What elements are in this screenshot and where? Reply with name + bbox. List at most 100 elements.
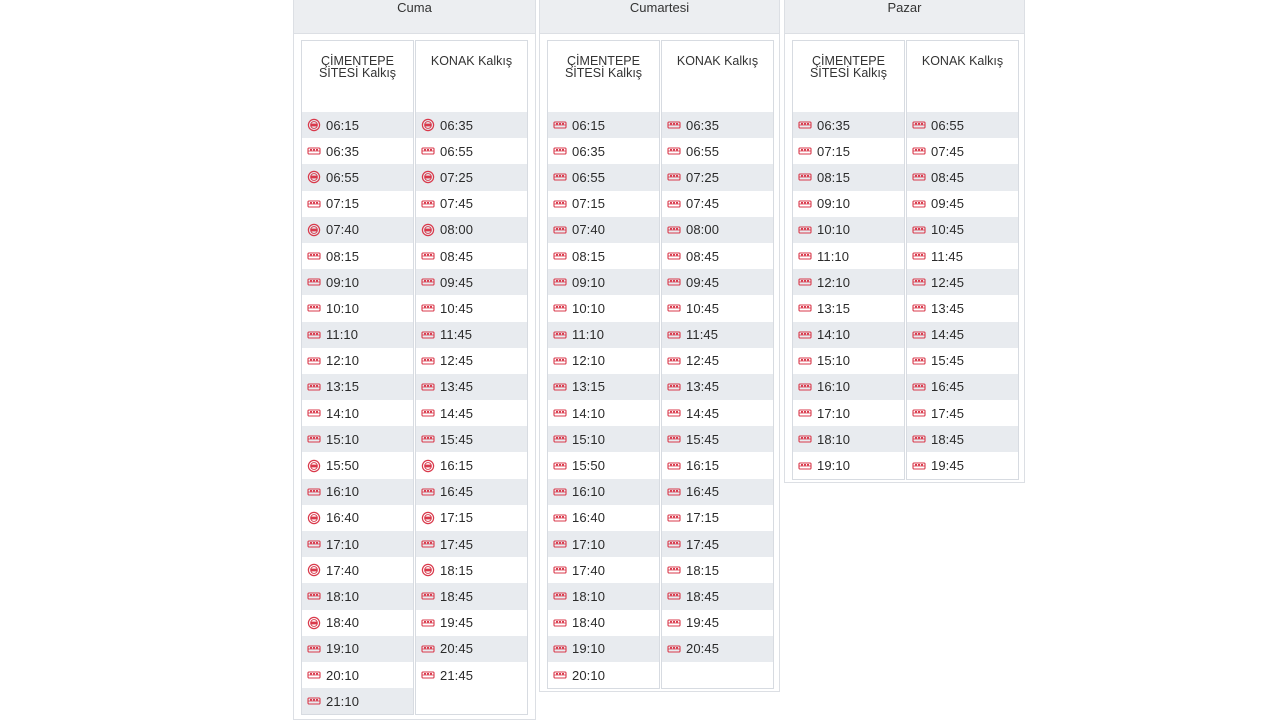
departure-time: 13:45: [440, 379, 474, 395]
departure-time: 18:45: [686, 588, 720, 604]
departure-time: 14:10: [572, 405, 606, 421]
departure-time: 18:10: [817, 431, 851, 447]
bus-icon: [553, 275, 567, 289]
departure-time: 19:45: [931, 458, 965, 474]
day-panel-pazar: Pazar ÇİMENTEPE SİTESİ Kalkış 06:35 07:15…: [784, 0, 1025, 483]
departure-time: 18:15: [440, 562, 474, 578]
departure-time: 07:45: [686, 196, 720, 212]
departure-time: 08:00: [440, 222, 474, 238]
bus-icon: [553, 328, 567, 342]
departure-row: 20:10: [302, 661, 413, 689]
departure-row: 13:15: [302, 373, 413, 401]
departure-row: 07:45: [416, 190, 527, 217]
day-panel-cuma: Cuma ÇİMENTEPE SİTESİ Kalkış 06:15 06:35 0…: [293, 0, 536, 720]
departure-time: 17:15: [686, 510, 720, 526]
departure-time: 11:45: [931, 248, 964, 264]
departure-row: 09:45: [416, 269, 527, 296]
departure-row: 12:10: [548, 347, 659, 374]
column-konak: KONAK Kalkış 06:35 06:55 07:25 07:45 08:00 08…: [415, 40, 528, 716]
bus-icon: [667, 380, 681, 394]
bus-icon: [421, 301, 435, 315]
departure-row: 10:10: [793, 216, 904, 243]
departure-row: 14:45: [416, 400, 527, 427]
departure-time: 20:45: [686, 641, 720, 657]
bus-icon: [421, 642, 435, 656]
departure-row: 06:15: [302, 112, 413, 139]
bus-icon: [421, 668, 435, 682]
departure-time: 16:15: [686, 458, 720, 474]
bus-icon: [798, 432, 812, 446]
departure-list: 06:35 07:15 08:15 09:10 10:10 11:10 12:10 13:15…: [793, 112, 904, 479]
bus-icon: [667, 354, 681, 368]
departure-time: 18:40: [572, 615, 606, 631]
departure-time: 06:35: [686, 117, 720, 133]
bus-icon: [912, 432, 926, 446]
departure-time: 08:45: [686, 248, 720, 264]
column-title-line2: SİTESİ Kalkış: [809, 66, 888, 80]
departure-row: 17:10: [793, 400, 904, 427]
bus-icon: [667, 537, 681, 551]
bus-icon: [667, 249, 681, 263]
departure-row: 15:10: [302, 426, 413, 453]
column-header: ÇİMENTEPE SİTESİ Kalkış: [793, 40, 904, 112]
bus-icon: [912, 459, 926, 473]
departure-time: 19:10: [572, 641, 606, 657]
departure-time: 06:55: [572, 169, 606, 185]
departure-row: 17:15: [416, 504, 527, 531]
departure-time: 16:10: [326, 484, 360, 500]
departure-time: 18:10: [326, 588, 360, 604]
bus-icon: [307, 485, 321, 499]
bus-icon: [421, 537, 435, 551]
departure-row: 13:15: [548, 373, 659, 401]
departure-time: 09:45: [440, 274, 474, 290]
departure-time: 09:45: [931, 196, 965, 212]
departure-time: 13:15: [817, 300, 851, 316]
bus-icon: [912, 328, 926, 342]
departure-row: 17:45: [416, 531, 527, 558]
day-title: Cumartesi: [629, 0, 690, 15]
departure-row: 06:55: [302, 164, 413, 191]
column-konak: KONAK Kalkış 06:35 06:55 07:25 07:45 08:00 08…: [661, 40, 774, 690]
departure-row: 09:10: [793, 190, 904, 217]
departure-row: 18:10: [302, 583, 413, 610]
bus-icon: [912, 197, 926, 211]
departure-time: 17:40: [572, 562, 606, 578]
departure-time: 10:45: [931, 222, 965, 238]
departure-row: 19:10: [793, 452, 904, 479]
departure-time: 07:15: [326, 196, 360, 212]
departure-row: 07:25: [416, 164, 527, 191]
departure-row: 06:55: [907, 112, 1018, 139]
departure-row: 17:40: [548, 557, 659, 584]
departure-row: 15:45: [907, 347, 1018, 374]
departure-row: 06:35: [548, 138, 659, 165]
bus-icon: [553, 642, 567, 656]
bus-icon: [798, 328, 812, 342]
departure-time: 06:35: [440, 117, 474, 133]
departure-row: 06:35: [662, 112, 773, 139]
departure-row: 12:45: [907, 269, 1018, 296]
bus-icon: [667, 275, 681, 289]
departure-row: 21:45: [416, 661, 527, 689]
departure-row: 18:45: [416, 583, 527, 610]
bus-icon: [667, 485, 681, 499]
departure-time: 08:15: [817, 169, 851, 185]
departure-time: 17:10: [572, 536, 606, 552]
departure-time: 17:45: [440, 536, 474, 552]
bus-icon: [307, 694, 321, 708]
departure-row: 17:45: [662, 531, 773, 558]
departure-row: 18:10: [548, 583, 659, 610]
departure-time: 06:55: [931, 117, 965, 133]
departure-time: 17:40: [326, 562, 360, 578]
bus-icon: [307, 249, 321, 263]
departure-time: 12:45: [686, 353, 720, 369]
departure-time: 18:15: [686, 562, 720, 578]
departure-row: 21:10: [302, 688, 413, 715]
bus-icon: [667, 197, 681, 211]
departure-time: 15:10: [572, 431, 606, 447]
bus-icon: [553, 354, 567, 368]
special-bus-icon: [421, 459, 435, 473]
day-panel-cumartesi: Cumartesi ÇİMENTEPE SİTESİ Kalkış 06:15 0…: [539, 0, 780, 692]
bus-icon: [912, 380, 926, 394]
bus-icon: [307, 432, 321, 446]
departure-row: 08:45: [416, 242, 527, 270]
